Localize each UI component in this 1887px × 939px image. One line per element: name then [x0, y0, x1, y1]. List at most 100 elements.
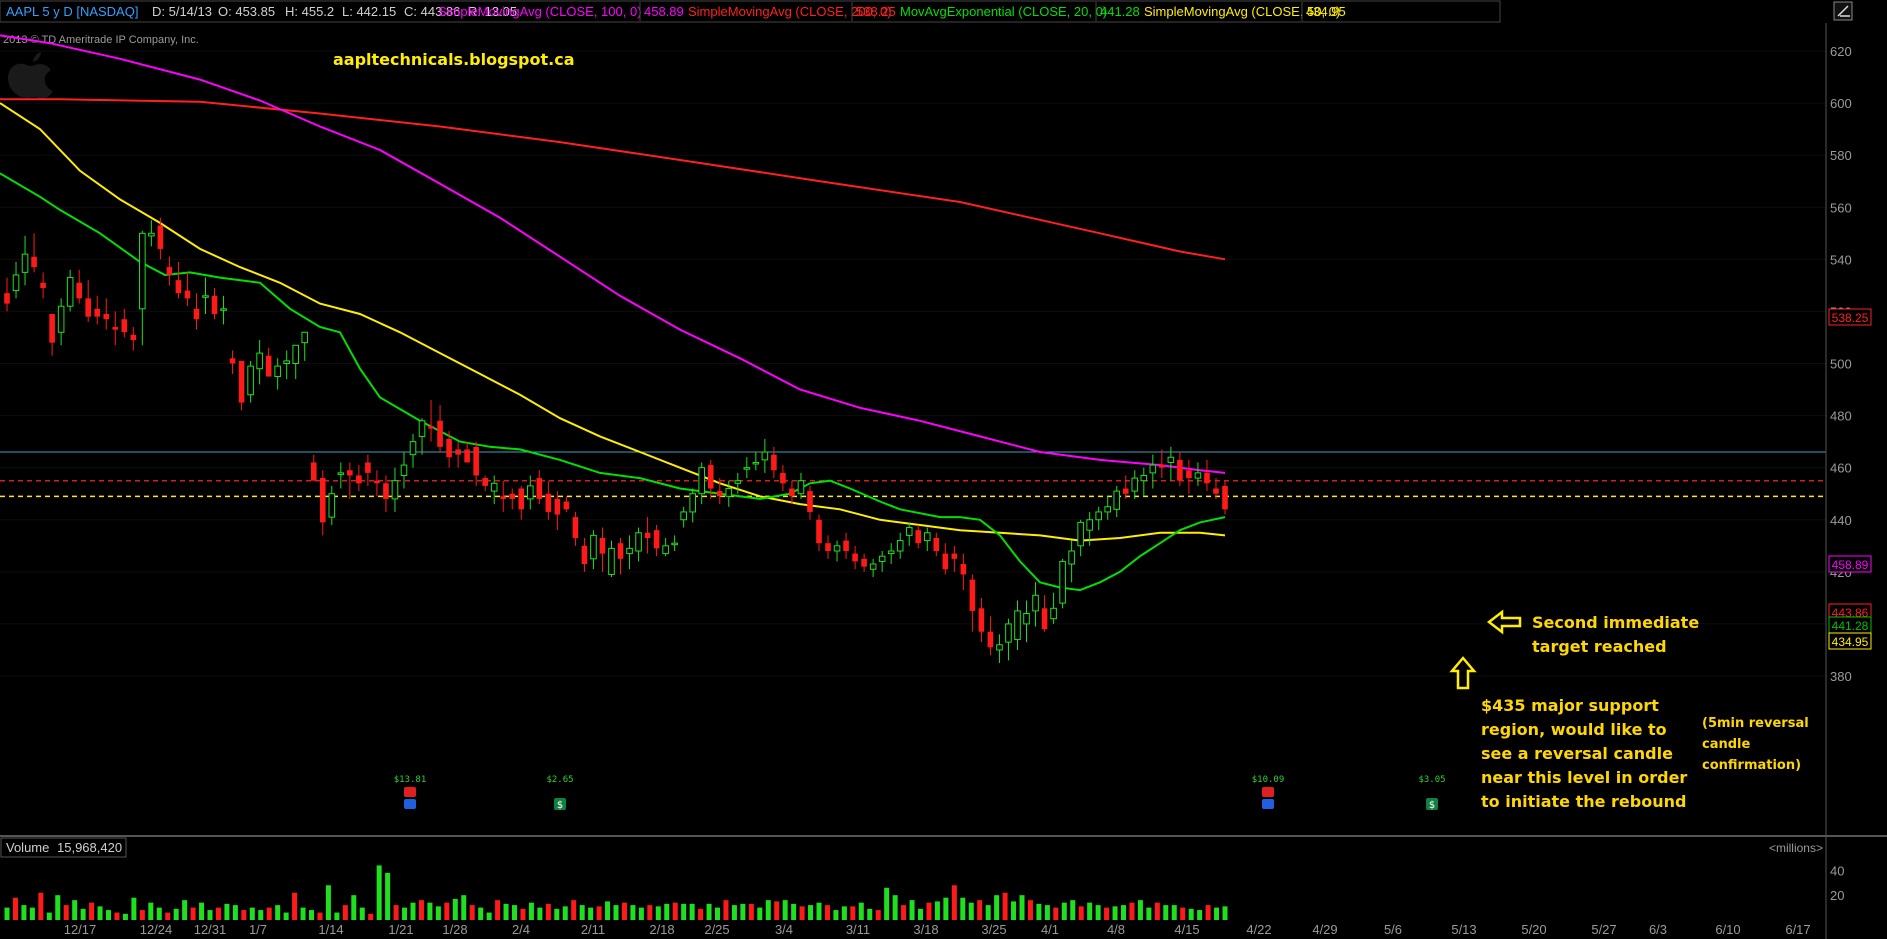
candle-body: [473, 446, 479, 476]
volume-bar: [106, 910, 111, 920]
volume-bar: [1129, 902, 1135, 920]
candle-body: [437, 420, 443, 447]
event-amount: $3.05: [1418, 775, 1445, 785]
volume-bar: [875, 910, 881, 920]
volume-bar: [1019, 895, 1025, 920]
candle-body: [319, 478, 326, 523]
date-tick-label: 4/1: [1041, 922, 1059, 937]
earnings-icon: [404, 787, 416, 797]
candle-body: [996, 644, 1003, 651]
header-symbol[interactable]: AAPL 5 y D [NASDAQ]: [6, 4, 138, 19]
candle-body: [878, 555, 886, 562]
date-tick-label: 2/4: [512, 922, 530, 937]
candle-body: [572, 517, 579, 538]
volume-bar: [4, 907, 10, 920]
candle-body: [446, 439, 452, 458]
header-open: O: 453.85: [218, 4, 275, 19]
volume-bar: [427, 902, 433, 920]
volume-bar: [351, 895, 357, 920]
candle-body: [861, 558, 867, 567]
date-tick-label: 3/25: [981, 922, 1006, 937]
candle-body: [780, 472, 786, 484]
date-tick-label: 5/6: [1384, 922, 1402, 937]
date-tick-label: 12/17: [64, 922, 97, 937]
volume-unit: <millions>: [1769, 841, 1823, 855]
annotation-line: candle: [1702, 737, 1750, 752]
volume-bar: [139, 910, 145, 920]
volume-bar: [833, 910, 839, 920]
volume-bar: [452, 898, 458, 920]
date-tick-label: 3/11: [846, 922, 870, 937]
volume-bar: [1011, 901, 1017, 920]
volume-bar: [80, 908, 86, 920]
volume-bar: [808, 905, 814, 920]
candle-body: [400, 464, 408, 476]
candle-body: [896, 540, 904, 552]
volume-bar: [215, 907, 221, 920]
candle-body: [1104, 506, 1112, 513]
candle-body: [933, 537, 940, 551]
price-tick-label: 500: [1830, 357, 1852, 372]
annotation-line: target reached: [1532, 637, 1667, 656]
volume-bar: [131, 897, 137, 920]
volume-bar: [317, 912, 323, 920]
price-tick-label: 600: [1830, 96, 1852, 111]
candle-body: [807, 491, 813, 512]
volume-bar: [444, 902, 450, 920]
volume-bar: [182, 900, 188, 920]
price-tick-label: 580: [1830, 148, 1852, 163]
candle-body: [987, 631, 994, 648]
event-amount: $13.81: [394, 775, 427, 785]
volume-bar: [731, 905, 737, 920]
volume-bar: [554, 908, 560, 920]
candle-body: [689, 493, 696, 513]
settings-icon[interactable]: [1833, 1, 1853, 21]
earnings-icon: [1262, 787, 1274, 797]
candle-body: [482, 478, 488, 486]
volume-bar: [706, 903, 712, 920]
candle-body: [1194, 472, 1202, 479]
candle-body: [951, 553, 958, 559]
price-label-text: 441.28: [1832, 619, 1869, 633]
candle-body: [545, 493, 552, 512]
candle-body: [337, 472, 345, 475]
volume-bar: [1205, 905, 1211, 920]
study-value: 538.25: [856, 4, 896, 19]
volume-bar: [613, 905, 619, 920]
candle-body: [455, 449, 461, 455]
dividend-symbol: $: [557, 800, 563, 811]
reference-levels: [0, 451, 1826, 498]
candle-body: [166, 267, 173, 275]
candle-body: [1068, 550, 1075, 565]
volume-bar: [892, 895, 898, 920]
candle-body: [960, 564, 967, 575]
volume-bar: [1180, 907, 1186, 920]
volume-bar: [638, 907, 644, 920]
volume-bar: [562, 906, 568, 920]
volume-bar: [621, 902, 627, 920]
volume-bar: [89, 902, 95, 920]
volume-bar: [605, 901, 611, 920]
candle-body: [797, 480, 805, 495]
candle-body: [1159, 465, 1165, 468]
volume-bar: [478, 907, 484, 920]
volume-bar: [1078, 906, 1084, 920]
volume-bar: [1061, 902, 1067, 920]
event-amount: $10.09: [1252, 775, 1285, 785]
date-tick-label: 5/20: [1521, 922, 1546, 937]
date-tick-label: 1/21: [388, 922, 413, 937]
annotation-line: Second immediate: [1532, 613, 1699, 632]
candle-body: [536, 478, 543, 499]
candle-body: [843, 540, 849, 551]
annotation-line: see a reversal candle: [1481, 744, 1673, 763]
candle-body: [418, 420, 426, 437]
volume-bar: [858, 902, 864, 920]
volume-bar: [1222, 906, 1228, 920]
candle-body: [31, 256, 37, 268]
candle-body: [887, 550, 895, 555]
candle-body: [644, 532, 651, 538]
date-tick-label: 4/29: [1312, 922, 1337, 937]
volume-bar: [1137, 900, 1143, 920]
volume-bar: [571, 900, 577, 920]
price-tick-label: 440: [1830, 513, 1852, 528]
